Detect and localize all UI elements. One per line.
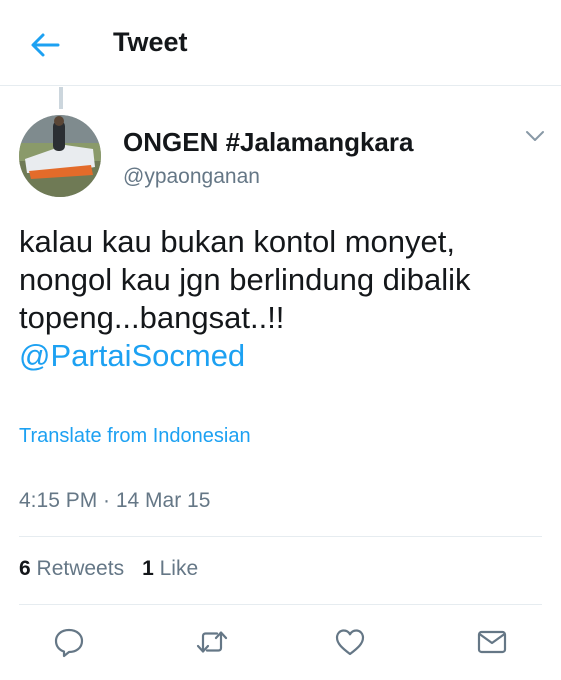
tweet-text: kalau kau bukan kontol monyet, nongol ka… <box>19 223 549 375</box>
retweet-button[interactable] <box>195 625 229 659</box>
likes-count: 1 <box>142 557 154 580</box>
retweets-label: Retweets <box>36 557 125 580</box>
retweet-icon <box>196 631 228 653</box>
reply-button[interactable] <box>52 625 86 659</box>
tweet-timestamp: 4:15 PM · 14 Mar 15 <box>19 489 211 512</box>
back-button[interactable] <box>28 28 62 62</box>
thread-connector <box>59 87 63 109</box>
tweet-text-line: kalau kau bukan kontol monyet, <box>19 224 455 259</box>
translate-link[interactable]: Translate from Indonesian <box>19 425 251 448</box>
tweet-text-line: nongol kau jgn berlindung dibalik <box>19 262 471 297</box>
likes-stat[interactable]: 1 Like <box>142 557 198 581</box>
tweet-text-line: topeng...bangsat..!! <box>19 300 285 335</box>
share-button[interactable] <box>475 625 509 659</box>
heart-icon <box>335 629 365 656</box>
page-title: Tweet <box>113 27 188 57</box>
chevron-down-icon <box>526 131 544 141</box>
tweet-options-button[interactable] <box>524 127 546 145</box>
like-button[interactable] <box>333 625 367 659</box>
reply-icon <box>54 628 84 658</box>
arrow-left-icon <box>31 33 60 57</box>
divider <box>19 536 542 537</box>
user-handle[interactable]: @ypaonganan <box>123 165 260 189</box>
mention-link[interactable]: @PartaiSocmed <box>19 337 549 375</box>
display-name[interactable]: ONGEN #Jalamangkara <box>123 127 413 158</box>
retweets-count: 6 <box>19 557 31 580</box>
divider <box>19 604 542 605</box>
envelope-icon <box>477 630 507 654</box>
retweets-stat[interactable]: 6 Retweets <box>19 557 124 581</box>
app-header: Tweet <box>0 0 561 86</box>
tweet-stats: 6 Retweets 1 Like <box>19 557 198 581</box>
avatar[interactable] <box>19 115 101 197</box>
likes-label: Like <box>159 557 199 580</box>
